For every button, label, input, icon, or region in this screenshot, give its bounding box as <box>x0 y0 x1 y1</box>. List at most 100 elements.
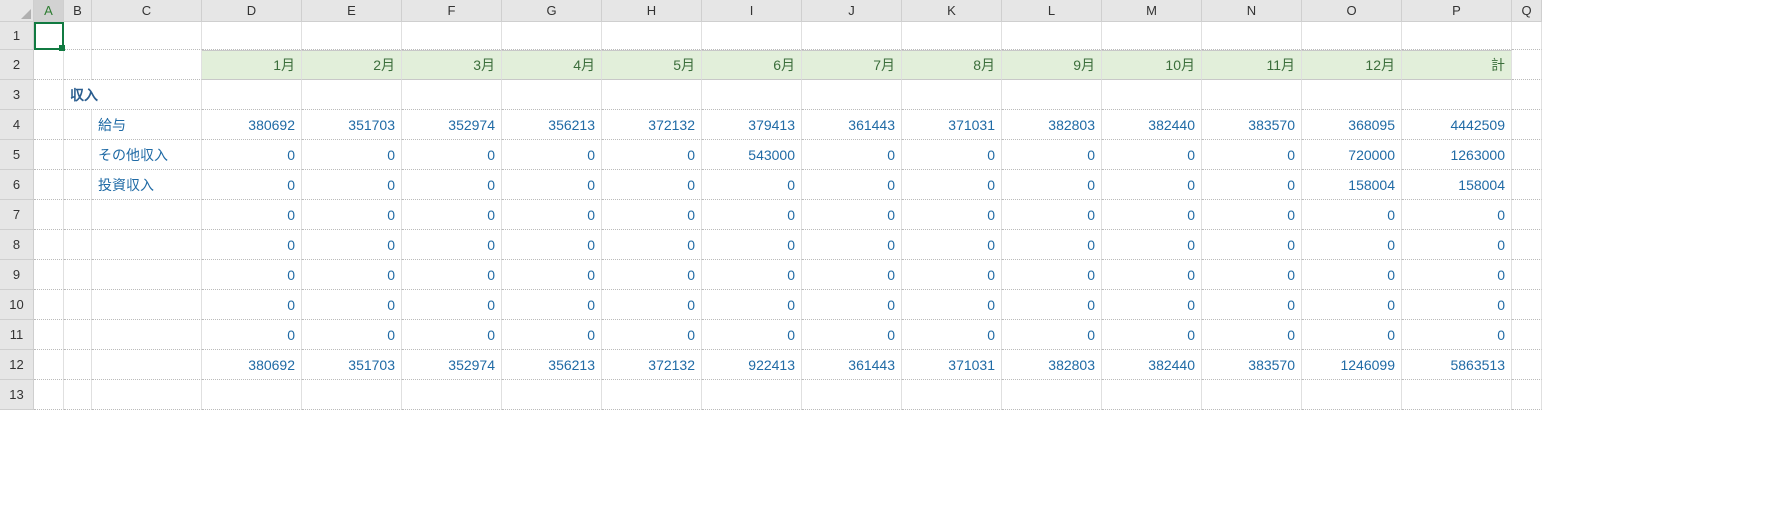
col-header-Q[interactable]: Q <box>1512 0 1542 22</box>
cell-J11[interactable]: 0 <box>802 320 902 350</box>
cell-O8[interactable]: 0 <box>1302 230 1402 260</box>
row-header-4[interactable]: 4 <box>0 110 34 140</box>
cell-O6[interactable]: 158004 <box>1302 170 1402 200</box>
cell-P8[interactable]: 0 <box>1402 230 1512 260</box>
cell-D13[interactable] <box>202 380 302 410</box>
cell-F4[interactable]: 352974 <box>402 110 502 140</box>
cell-A8[interactable] <box>34 230 64 260</box>
cell-I13[interactable] <box>702 380 802 410</box>
cell-D1[interactable] <box>202 22 302 50</box>
cell-I10[interactable]: 0 <box>702 290 802 320</box>
cell-H2[interactable]: 5月 <box>602 50 702 80</box>
cell-M13[interactable] <box>1102 380 1202 410</box>
cell-Q5[interactable] <box>1512 140 1542 170</box>
cell-N2[interactable]: 11月 <box>1202 50 1302 80</box>
select-all-corner[interactable] <box>0 0 34 22</box>
cell-C12[interactable] <box>92 350 202 380</box>
cell-M5[interactable]: 0 <box>1102 140 1202 170</box>
cell-N8[interactable]: 0 <box>1202 230 1302 260</box>
cell-I9[interactable]: 0 <box>702 260 802 290</box>
cell-J10[interactable]: 0 <box>802 290 902 320</box>
cell-M4[interactable]: 382440 <box>1102 110 1202 140</box>
cell-K4[interactable]: 371031 <box>902 110 1002 140</box>
cell-B1[interactable] <box>64 22 92 50</box>
cell-N5[interactable]: 0 <box>1202 140 1302 170</box>
cell-I5[interactable]: 543000 <box>702 140 802 170</box>
cell-J1[interactable] <box>802 22 902 50</box>
cell-D5[interactable]: 0 <box>202 140 302 170</box>
cell-C9[interactable] <box>92 260 202 290</box>
cell-category-6[interactable]: 投資収入 <box>92 170 202 200</box>
cell-K10[interactable]: 0 <box>902 290 1002 320</box>
cell-N13[interactable] <box>1202 380 1302 410</box>
cell-G5[interactable]: 0 <box>502 140 602 170</box>
cell-B13[interactable] <box>64 380 92 410</box>
col-header-M[interactable]: M <box>1102 0 1202 22</box>
cell-K5[interactable]: 0 <box>902 140 1002 170</box>
cell-D7[interactable]: 0 <box>202 200 302 230</box>
cell-C2[interactable] <box>92 50 202 80</box>
cell-E10[interactable]: 0 <box>302 290 402 320</box>
cell-H6[interactable]: 0 <box>602 170 702 200</box>
cell-P13[interactable] <box>1402 380 1512 410</box>
cell-C13[interactable] <box>92 380 202 410</box>
cell-category-4[interactable]: 給与 <box>92 110 202 140</box>
cell-B2[interactable] <box>64 50 92 80</box>
cell-G2[interactable]: 4月 <box>502 50 602 80</box>
cell-G4[interactable]: 356213 <box>502 110 602 140</box>
cell-P12[interactable]: 5863513 <box>1402 350 1512 380</box>
cell-A2[interactable] <box>34 50 64 80</box>
cell-O13[interactable] <box>1302 380 1402 410</box>
cell-H13[interactable] <box>602 380 702 410</box>
cell-F9[interactable]: 0 <box>402 260 502 290</box>
row-header-1[interactable]: 1 <box>0 22 34 50</box>
cell-Q2[interactable] <box>1512 50 1542 80</box>
cell-G13[interactable] <box>502 380 602 410</box>
cell-L2[interactable]: 9月 <box>1002 50 1102 80</box>
cell-B8[interactable] <box>64 230 92 260</box>
cell-B10[interactable] <box>64 290 92 320</box>
cell-A3[interactable] <box>34 80 64 110</box>
cell-D3[interactable] <box>202 80 302 110</box>
cell-L5[interactable]: 0 <box>1002 140 1102 170</box>
cell-M1[interactable] <box>1102 22 1202 50</box>
cell-B12[interactable] <box>64 350 92 380</box>
col-header-P[interactable]: P <box>1402 0 1512 22</box>
cell-K2[interactable]: 8月 <box>902 50 1002 80</box>
cell-B4[interactable] <box>64 110 92 140</box>
cell-F8[interactable]: 0 <box>402 230 502 260</box>
cell-G12[interactable]: 356213 <box>502 350 602 380</box>
row-header-10[interactable]: 10 <box>0 290 34 320</box>
cell-G3[interactable] <box>502 80 602 110</box>
cell-Q4[interactable] <box>1512 110 1542 140</box>
cell-D6[interactable]: 0 <box>202 170 302 200</box>
cell-H3[interactable] <box>602 80 702 110</box>
row-header-12[interactable]: 12 <box>0 350 34 380</box>
cell-F5[interactable]: 0 <box>402 140 502 170</box>
cell-F13[interactable] <box>402 380 502 410</box>
cell-H8[interactable]: 0 <box>602 230 702 260</box>
cell-P10[interactable]: 0 <box>1402 290 1512 320</box>
cell-A13[interactable] <box>34 380 64 410</box>
cell-E9[interactable]: 0 <box>302 260 402 290</box>
cell-L10[interactable]: 0 <box>1002 290 1102 320</box>
cell-O10[interactable]: 0 <box>1302 290 1402 320</box>
cell-M10[interactable]: 0 <box>1102 290 1202 320</box>
cell-C8[interactable] <box>92 230 202 260</box>
cell-J3[interactable] <box>802 80 902 110</box>
cell-A11[interactable] <box>34 320 64 350</box>
cell-N6[interactable]: 0 <box>1202 170 1302 200</box>
col-header-L[interactable]: L <box>1002 0 1102 22</box>
cell-J6[interactable]: 0 <box>802 170 902 200</box>
cell-E5[interactable]: 0 <box>302 140 402 170</box>
row-header-3[interactable]: 3 <box>0 80 34 110</box>
col-header-H[interactable]: H <box>602 0 702 22</box>
col-header-I[interactable]: I <box>702 0 802 22</box>
cell-H1[interactable] <box>602 22 702 50</box>
cell-L3[interactable] <box>1002 80 1102 110</box>
cell-D2[interactable]: 1月 <box>202 50 302 80</box>
cell-K13[interactable] <box>902 380 1002 410</box>
cell-J7[interactable]: 0 <box>802 200 902 230</box>
cell-A6[interactable] <box>34 170 64 200</box>
cell-O12[interactable]: 1246099 <box>1302 350 1402 380</box>
